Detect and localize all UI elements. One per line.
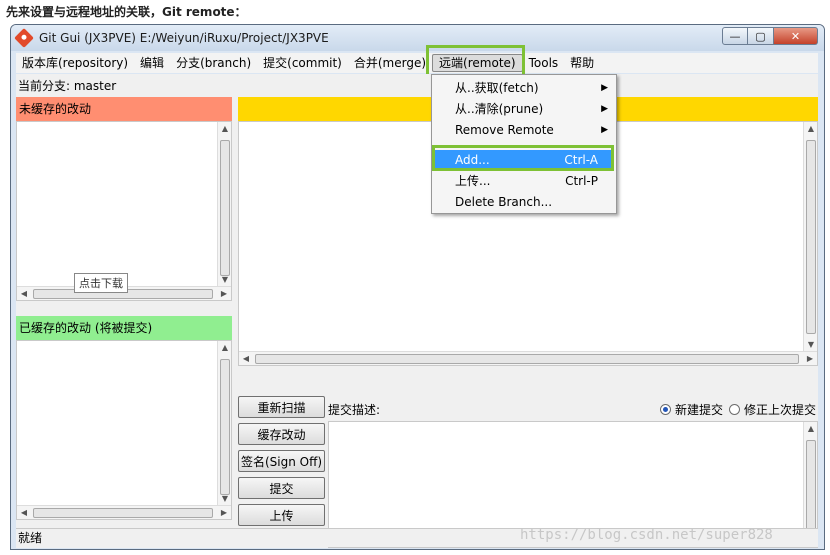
sign-off-button[interactable]: 签名(Sign Off) <box>238 450 325 472</box>
csdn-watermark: https://blog.csdn.net/super828 <box>520 527 773 543</box>
download-tooltip[interactable]: 点击下载 <box>74 273 128 293</box>
menu-bar: 版本库(repository) 编辑 分支(branch) 提交(commit)… <box>16 53 818 73</box>
submenu-arrow-icon: ▶ <box>601 125 608 135</box>
menu-commit[interactable]: 提交(commit) <box>257 53 348 73</box>
scroll-up-icon[interactable]: ▲ <box>804 422 818 436</box>
minimize-button[interactable]: — <box>722 27 748 45</box>
scroll-right-icon[interactable]: ▶ <box>217 506 231 520</box>
scroll-right-icon[interactable]: ▶ <box>217 287 231 301</box>
staged-vertical-scrollbar[interactable]: ▲ ▼ <box>217 341 231 506</box>
scroll-left-icon[interactable]: ◀ <box>239 352 253 366</box>
menu-tools[interactable]: Tools <box>523 53 565 73</box>
push-label: 上传... <box>455 174 491 188</box>
add-item-highlight <box>432 145 614 171</box>
scroll-thumb[interactable] <box>33 508 213 518</box>
scroll-up-icon[interactable]: ▲ <box>218 341 232 355</box>
remote-dropdown-menu: 从..获取(fetch) ▶ 从..清除(prune) ▶ Remove Rem… <box>431 74 617 214</box>
menu-merge[interactable]: 合并(merge) <box>348 53 432 73</box>
diff-vertical-scrollbar[interactable]: ▲ ▼ <box>803 122 817 352</box>
scroll-up-icon[interactable]: ▲ <box>218 122 232 136</box>
staged-changes-header: 已缓存的改动 (将被提交) <box>16 316 232 340</box>
fetch-label: 从..获取(fetch) <box>455 81 539 95</box>
scroll-up-icon[interactable]: ▲ <box>804 122 818 136</box>
stage-changes-button[interactable]: 缓存改动 <box>238 423 325 445</box>
close-button[interactable]: ✕ <box>774 27 818 45</box>
menu-help[interactable]: 帮助 <box>564 53 600 73</box>
scroll-left-icon[interactable]: ◀ <box>17 506 31 520</box>
git-logo-icon <box>14 28 34 48</box>
scroll-thumb[interactable] <box>806 140 816 334</box>
remove-remote-label: Remove Remote <box>455 123 554 137</box>
menu-edit[interactable]: 编辑 <box>134 53 170 73</box>
menu-item-prune[interactable]: 从..清除(prune) ▶ <box>434 99 614 119</box>
delete-branch-label: Delete Branch... <box>455 195 553 209</box>
scroll-thumb[interactable] <box>220 359 230 495</box>
commit-button[interactable]: 提交 <box>238 477 325 499</box>
scroll-down-icon[interactable]: ▼ <box>804 338 818 352</box>
window-title: Git Gui (JX3PVE) E:/Weiyun/iRuxu/Project… <box>39 31 329 45</box>
unstaged-changes-header: 未缓存的改动 <box>16 97 232 121</box>
current-branch-label: 当前分支: master <box>18 79 117 93</box>
maximize-button[interactable]: ▢ <box>748 27 774 45</box>
menu-item-remove-remote[interactable]: Remove Remote ▶ <box>434 120 614 140</box>
new-commit-label[interactable]: 新建提交 <box>675 401 723 418</box>
staged-horizontal-scrollbar[interactable]: ◀ ▶ <box>17 505 231 519</box>
push-shortcut: Ctrl-P <box>565 174 598 188</box>
unstaged-vertical-scrollbar[interactable]: ▲ ▼ <box>217 122 231 287</box>
scroll-left-icon[interactable]: ◀ <box>17 287 31 301</box>
submenu-arrow-icon: ▶ <box>601 104 608 114</box>
title-bar: Git Gui (JX3PVE) E:/Weiyun/iRuxu/Project… <box>11 25 824 51</box>
menu-item-delete-branch[interactable]: Delete Branch... <box>434 192 614 212</box>
push-button[interactable]: 上传 <box>238 504 325 526</box>
page-caption: 先来设置与远程地址的关联，Git remote： <box>6 5 247 19</box>
menu-repository[interactable]: 版本库(repository) <box>16 53 134 73</box>
rescan-button[interactable]: 重新扫描 <box>238 396 325 418</box>
diff-horizontal-scrollbar[interactable]: ◀ ▶ <box>239 351 817 365</box>
menu-item-fetch[interactable]: 从..获取(fetch) ▶ <box>434 78 614 98</box>
menu-item-push[interactable]: 上传... Ctrl-P <box>434 171 614 191</box>
commit-mode-options: 新建提交 修正上次提交 <box>654 401 816 418</box>
amend-commit-label[interactable]: 修正上次提交 <box>744 401 816 418</box>
amend-commit-radio[interactable] <box>728 404 740 415</box>
window-controls: — ▢ ✕ <box>722 27 818 45</box>
new-commit-radio[interactable] <box>659 404 671 415</box>
prune-label: 从..清除(prune) <box>455 102 544 116</box>
scroll-down-icon[interactable]: ▼ <box>218 273 232 287</box>
scroll-right-icon[interactable]: ▶ <box>803 352 817 366</box>
submenu-arrow-icon: ▶ <box>601 83 608 93</box>
menu-branch[interactable]: 分支(branch) <box>170 53 257 73</box>
main-area: 当前分支: master 未缓存的改动 ▲ ▼ ◀ ▶ 点击下载 已缓存的改动 … <box>16 74 818 548</box>
scroll-down-icon[interactable]: ▼ <box>218 492 232 506</box>
commit-message-label: 提交描述: <box>328 403 381 417</box>
scroll-thumb[interactable] <box>220 140 230 276</box>
scroll-thumb[interactable] <box>255 354 799 364</box>
staged-files-list[interactable]: ▲ ▼ ◀ ▶ <box>16 340 232 520</box>
radio-selected-dot <box>662 407 668 412</box>
scroll-thumb[interactable] <box>806 440 816 534</box>
